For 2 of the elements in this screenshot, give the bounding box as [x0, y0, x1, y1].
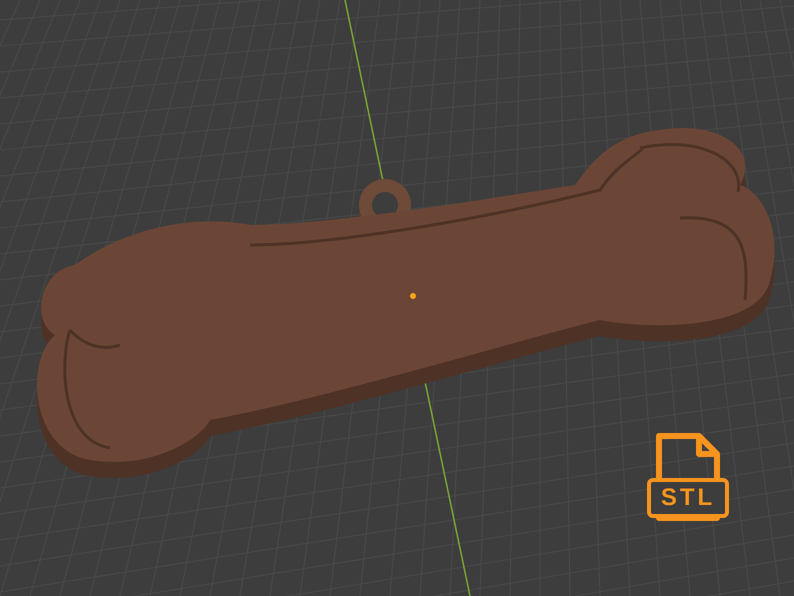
file-type-label: STL: [646, 478, 730, 518]
origin-dot-icon: [410, 293, 416, 299]
